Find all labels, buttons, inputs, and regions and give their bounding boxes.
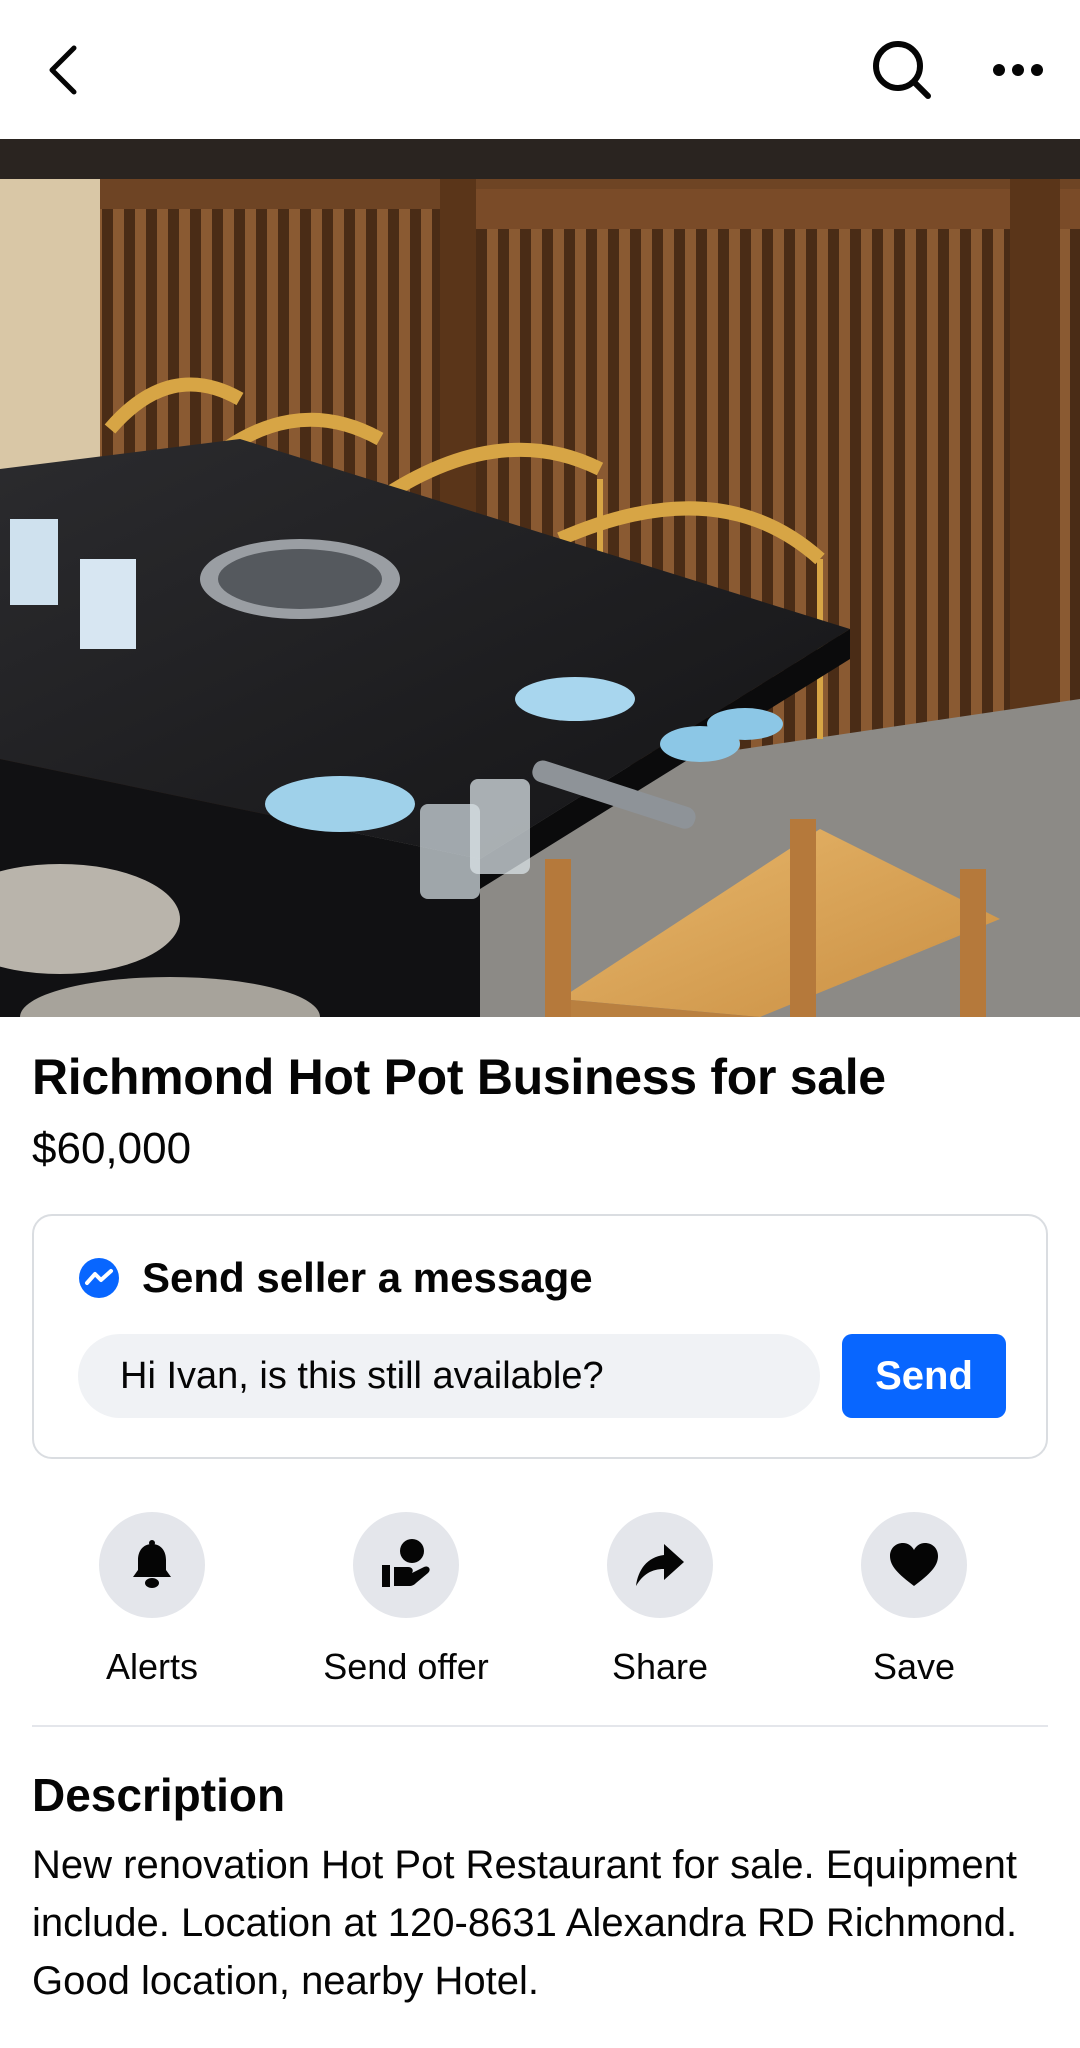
message-input[interactable]: [78, 1334, 820, 1418]
send-offer-button[interactable]: Send offer: [286, 1512, 526, 1688]
message-seller-heading: Send seller a message: [142, 1254, 593, 1301]
listing-title: Richmond Hot Pot Business for sale: [32, 1049, 886, 1105]
share-button[interactable]: Share: [540, 1512, 780, 1688]
send-offer-label: Send offer: [323, 1646, 489, 1687]
action-row: Alerts Send offer Share Save: [32, 1512, 1048, 1692]
alerts-label: Alerts: [105, 1646, 199, 1687]
back-button[interactable]: [32, 30, 96, 110]
alerts-circle: [99, 1512, 205, 1618]
listing-photo[interactable]: [0, 139, 1080, 1017]
share-arrow-icon: [636, 1544, 684, 1586]
search-button[interactable]: [862, 30, 942, 110]
message-seller-header: Send seller a message: [78, 1254, 593, 1302]
send-button[interactable]: Send: [842, 1334, 1006, 1418]
share-label: Share: [611, 1646, 709, 1687]
section-divider: [32, 1725, 1048, 1727]
more-options-button[interactable]: [978, 30, 1058, 110]
description-heading: Description: [32, 1769, 286, 1821]
save-circle: [861, 1512, 967, 1618]
chevron-left-icon: [49, 45, 77, 95]
send-offer-circle: [353, 1512, 459, 1618]
message-seller-card: Send seller a message Send: [32, 1214, 1048, 1459]
top-nav-bar: [0, 0, 1080, 139]
alerts-button[interactable]: Alerts: [32, 1512, 272, 1688]
bell-icon: [133, 1540, 171, 1588]
heart-icon: [890, 1543, 938, 1586]
share-circle: [607, 1512, 713, 1618]
save-label: Save: [872, 1646, 956, 1687]
offer-hand-icon: [382, 1539, 430, 1587]
save-button[interactable]: Save: [794, 1512, 1034, 1688]
messenger-icon: [79, 1258, 119, 1298]
description-text: New renovation Hot Pot Restaurant for sa…: [32, 1843, 1018, 2003]
search-icon: [873, 41, 931, 99]
more-horizontal-icon: [993, 64, 1043, 76]
listing-price: $60,000: [32, 1124, 192, 1173]
